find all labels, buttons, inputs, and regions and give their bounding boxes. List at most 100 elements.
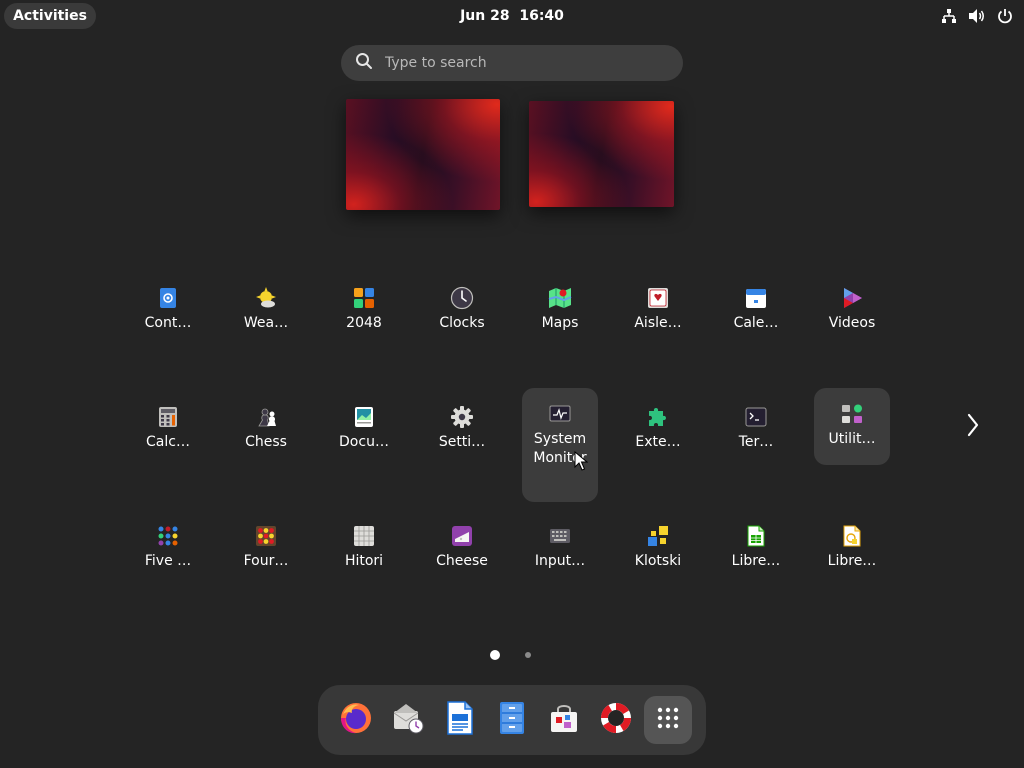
- keyboard-icon: [548, 524, 572, 548]
- app-input-method[interactable]: Input…: [522, 516, 598, 571]
- app-five-or-more[interactable]: Five …: [130, 516, 206, 571]
- app-label: Calc…: [146, 434, 190, 450]
- contacts-icon: [156, 286, 180, 310]
- show-apps-button[interactable]: [644, 696, 692, 744]
- app-libreoffice-calc[interactable]: Libre…: [718, 516, 794, 571]
- app-label: Cont…: [144, 315, 192, 331]
- files-icon: [498, 701, 526, 739]
- clock-area: Jun 28 16:40: [0, 0, 1024, 32]
- software-store-icon: [548, 702, 580, 738]
- next-page-arrow[interactable]: [962, 412, 984, 442]
- app-four-in-a-row[interactable]: Four…: [228, 516, 304, 571]
- search-icon: [355, 52, 373, 74]
- app-maps[interactable]: Maps: [522, 278, 598, 333]
- app-label: Input…: [534, 553, 586, 569]
- desktop-overview: Activities Jun 28 16:40 Cont…: [0, 0, 1024, 768]
- app-document-viewer[interactable]: Docu…: [326, 397, 402, 452]
- page-dot-2[interactable]: [525, 652, 531, 658]
- calculator-icon: [156, 405, 180, 429]
- app-label: Aisle…: [634, 315, 682, 331]
- weather-icon: [254, 286, 278, 310]
- top-bar: Activities Jun 28 16:40: [0, 0, 1024, 32]
- app-folder-utilities[interactable]: Utilit…: [814, 388, 890, 465]
- app-label: Videos: [828, 315, 876, 331]
- chess-icon: [254, 405, 278, 429]
- app-terminal[interactable]: Ter…: [718, 397, 794, 452]
- utilities-folder-icon: [840, 402, 864, 426]
- cheese-icon: [450, 524, 474, 548]
- game-2048-icon: [352, 286, 376, 310]
- app-label: Cale…: [733, 315, 779, 331]
- dash-libreoffice-writer[interactable]: [436, 696, 484, 744]
- app-label: System Monitor: [533, 431, 587, 466]
- activities-button[interactable]: Activities: [4, 3, 96, 29]
- app-clocks[interactable]: Clocks: [424, 278, 500, 333]
- workspace-thumbnail-1[interactable]: [346, 99, 500, 210]
- app-label: Ter…: [738, 434, 774, 450]
- app-contacts[interactable]: Cont…: [130, 278, 206, 333]
- app-klotski[interactable]: Klotski: [620, 516, 696, 571]
- four-in-a-row-icon: [254, 524, 278, 548]
- help-icon: [599, 701, 633, 739]
- app-extensions[interactable]: Exte…: [620, 397, 696, 452]
- network-icon[interactable]: [940, 7, 958, 25]
- five-or-more-icon: [156, 524, 180, 548]
- puzzle-icon: [646, 405, 670, 429]
- volume-icon[interactable]: [968, 7, 986, 25]
- app-hitori[interactable]: Hitori: [326, 516, 402, 571]
- videos-icon: [840, 286, 864, 310]
- app-calendar[interactable]: Cale…: [718, 278, 794, 333]
- app-settings[interactable]: Setti…: [424, 397, 500, 452]
- app-label: Exte…: [635, 434, 681, 450]
- app-2048[interactable]: 2048: [326, 278, 402, 333]
- libreoffice-draw-icon: [840, 524, 864, 548]
- search-bar[interactable]: [341, 45, 683, 81]
- show-apps-icon: [657, 707, 679, 733]
- app-cheese[interactable]: Cheese: [424, 516, 500, 571]
- app-label: Libre…: [731, 553, 781, 569]
- dash-software[interactable]: [540, 696, 588, 744]
- app-chess[interactable]: Chess: [228, 397, 304, 452]
- maps-icon: [548, 286, 572, 310]
- system-tray[interactable]: [940, 6, 1014, 26]
- calendar-icon: [744, 286, 768, 310]
- dash: [318, 685, 706, 755]
- dash-help[interactable]: [592, 696, 640, 744]
- app-label: Setti…: [438, 434, 486, 450]
- app-calculator[interactable]: Calc…: [130, 397, 206, 452]
- gear-icon: [450, 405, 474, 429]
- dash-files[interactable]: [488, 696, 536, 744]
- page-dot-1[interactable]: [490, 650, 500, 660]
- page-indicator: [484, 648, 544, 662]
- app-label: Libre…: [827, 553, 877, 569]
- document-viewer-icon: [352, 405, 376, 429]
- app-libreoffice-draw[interactable]: Libre…: [814, 516, 890, 571]
- power-icon[interactable]: [996, 7, 1014, 25]
- hitori-icon: [352, 524, 376, 548]
- app-aisleriot[interactable]: Aisle…: [620, 278, 696, 333]
- app-label: Wea…: [243, 315, 289, 331]
- search-input[interactable]: [383, 54, 657, 72]
- dash-evolution[interactable]: [384, 696, 432, 744]
- libreoffice-calc-icon: [744, 524, 768, 548]
- app-label: 2048: [346, 315, 382, 331]
- clock-datetime[interactable]: Jun 28 16:40: [460, 8, 564, 24]
- cards-icon: [646, 286, 670, 310]
- terminal-icon: [744, 405, 768, 429]
- klotski-icon: [646, 524, 670, 548]
- app-label: Hitori: [344, 553, 384, 569]
- app-label: Maps: [541, 315, 579, 331]
- workspace-thumbnail-2[interactable]: [529, 101, 674, 207]
- dash-firefox[interactable]: [332, 696, 380, 744]
- app-label: Five …: [144, 553, 192, 569]
- app-videos[interactable]: Videos: [814, 278, 890, 333]
- app-label: Cheese: [436, 553, 488, 569]
- clocks-icon: [450, 286, 474, 310]
- libreoffice-writer-icon: [445, 701, 475, 739]
- app-label: Utilit…: [828, 431, 876, 447]
- chevron-right-icon: [966, 413, 980, 441]
- app-label: Four…: [243, 553, 289, 569]
- app-label: Docu…: [339, 434, 389, 450]
- app-system-monitor[interactable]: System Monitor: [522, 388, 598, 502]
- app-weather[interactable]: Wea…: [228, 278, 304, 333]
